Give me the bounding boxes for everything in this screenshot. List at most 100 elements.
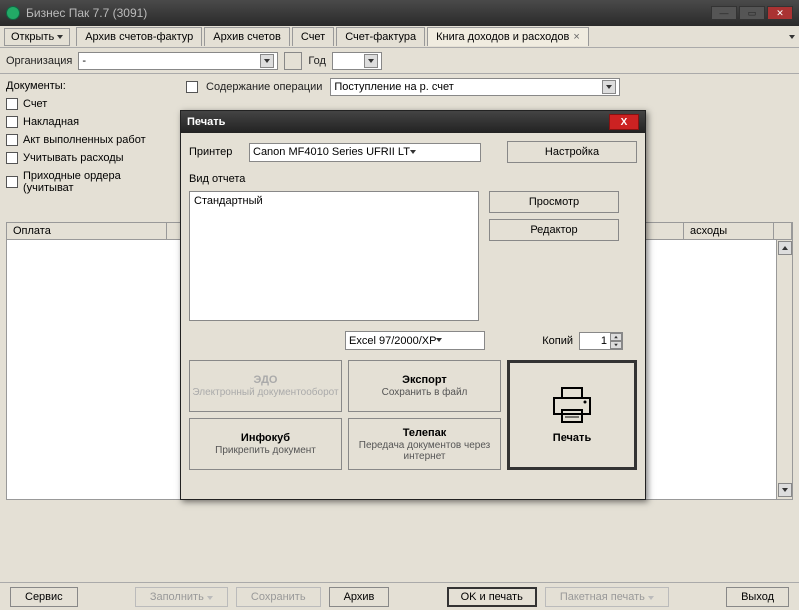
btn-sub: Прикрепить документ	[215, 445, 316, 456]
btn-sub: Сохранить в файл	[382, 387, 468, 398]
format-value: Excel 97/2000/XP	[349, 335, 436, 347]
scroll-down-icon[interactable]	[778, 483, 792, 497]
report-type-label: Вид отчета	[189, 173, 637, 185]
combo-dropdown-icon[interactable]	[260, 54, 274, 68]
chk-label: Счет	[23, 98, 47, 110]
btn-title: Экспорт	[402, 374, 447, 386]
toolbar: Открыть Архив счетов-фактур Архив счетов…	[0, 26, 799, 48]
copies-label: Копий	[542, 335, 573, 347]
edo-button: ЭДО Электронный документооборот	[189, 360, 342, 412]
dialog-titlebar: Печать X	[181, 111, 645, 133]
infokub-button[interactable]: Инфокуб Прикрепить документ	[189, 418, 342, 470]
list-item[interactable]: Стандартный	[192, 194, 476, 208]
service-button[interactable]: Сервис	[10, 587, 78, 607]
btn-label: Заполнить	[150, 591, 204, 603]
org-value: -	[82, 55, 258, 67]
open-button[interactable]: Открыть	[4, 28, 70, 46]
report-listbox[interactable]: Стандартный	[189, 191, 479, 321]
org-browse-button[interactable]	[284, 52, 302, 70]
printer-label: Принтер	[189, 146, 243, 158]
chk-act[interactable]: Акт выполненных работ	[6, 134, 174, 146]
report-list-area: Стандартный Просмотр Редактор	[189, 191, 637, 321]
combo-dropdown-icon[interactable]	[602, 80, 616, 94]
spin-up-icon[interactable]	[610, 333, 622, 341]
btn-sub: Передача документов через интернет	[351, 440, 498, 462]
combo-dropdown-icon[interactable]	[364, 54, 378, 68]
combo-dropdown-icon[interactable]	[410, 145, 425, 160]
checkbox-icon[interactable]	[186, 81, 198, 93]
org-combo[interactable]: -	[78, 52, 278, 70]
settings-button[interactable]: Настройка	[507, 141, 637, 163]
tab-income-book[interactable]: Книга доходов и расходов ×	[427, 27, 589, 46]
chk-orders[interactable]: Приходные ордера (учитыват	[6, 170, 174, 194]
tab-invoice[interactable]: Счет-фактура	[336, 27, 425, 46]
tab-close-icon[interactable]: ×	[573, 31, 579, 43]
archive-button[interactable]: Архив	[329, 587, 390, 607]
col-scroll	[774, 223, 792, 239]
tab-archive-accounts[interactable]: Архив счетов	[204, 27, 290, 46]
btn-title: Телепак	[403, 427, 447, 439]
chk-label: Накладная	[23, 116, 79, 128]
org-label: Организация	[6, 55, 72, 67]
side-buttons: Просмотр Редактор	[489, 191, 619, 321]
bottom-bar: Сервис Заполнить Сохранить Архив OK и пе…	[0, 582, 799, 610]
chevron-down-icon	[207, 596, 213, 600]
chevron-down-icon	[57, 35, 63, 39]
combo-dropdown-icon[interactable]	[436, 333, 451, 348]
copies-spinner[interactable]: 1	[579, 332, 623, 350]
scroll-up-icon[interactable]	[778, 241, 792, 255]
operation-label: Содержание операции	[206, 81, 322, 93]
ok-print-button[interactable]: OK и печать	[447, 587, 537, 607]
documents-label: Документы:	[6, 80, 174, 92]
checkbox-icon[interactable]	[6, 176, 18, 188]
operation-row: Содержание операции Поступление на р. сч…	[180, 74, 799, 100]
scrollbar[interactable]	[776, 240, 792, 499]
btn-title: Инфокуб	[241, 432, 290, 444]
checkbox-icon[interactable]	[6, 98, 18, 110]
checkbox-icon[interactable]	[6, 152, 18, 164]
close-button[interactable]: ✕	[767, 6, 793, 20]
print-label: Печать	[553, 432, 591, 444]
chk-expenses[interactable]: Учитывать расходы	[6, 152, 174, 164]
preview-button[interactable]: Просмотр	[489, 191, 619, 213]
copies-value: 1	[580, 335, 610, 347]
chk-waybill[interactable]: Накладная	[6, 116, 174, 128]
format-combo[interactable]: Excel 97/2000/XP	[345, 331, 485, 350]
minimize-button[interactable]: —	[711, 6, 737, 20]
export-button[interactable]: Экспорт Сохранить в файл	[348, 360, 501, 412]
year-label: Год	[308, 55, 326, 67]
checkbox-icon[interactable]	[6, 116, 18, 128]
printer-value: Canon MF4010 Series UFRII LT	[253, 146, 410, 158]
tab-label: Книга доходов и расходов	[436, 31, 569, 43]
app-icon	[6, 6, 20, 20]
window-title: Бизнес Пак 7.7 (3091)	[26, 6, 705, 20]
toolbar-menu-icon[interactable]	[789, 35, 795, 39]
editor-button[interactable]: Редактор	[489, 219, 619, 241]
year-combo[interactable]	[332, 52, 382, 70]
operation-value: Поступление на р. счет	[334, 81, 600, 93]
fill-button: Заполнить	[135, 587, 228, 607]
window-controls: — ▭ ✕	[711, 6, 793, 20]
btn-title: ЭДО	[254, 374, 278, 386]
chk-invoice[interactable]: Счет	[6, 98, 174, 110]
maximize-button[interactable]: ▭	[739, 6, 765, 20]
format-row: Excel 97/2000/XP Копий 1	[189, 331, 637, 350]
dialog-body: Принтер Canon MF4010 Series UFRII LT Нас…	[181, 133, 645, 499]
operation-combo[interactable]: Поступление на р. счет	[330, 78, 620, 96]
col-payment[interactable]: Оплата	[7, 223, 167, 239]
tab-archive-invoices[interactable]: Архив счетов-фактур	[76, 27, 202, 46]
col-expenses[interactable]: асходы	[684, 223, 774, 239]
titlebar: Бизнес Пак 7.7 (3091) — ▭ ✕	[0, 0, 799, 26]
spin-down-icon[interactable]	[610, 341, 622, 349]
tab-account[interactable]: Счет	[292, 27, 334, 46]
printer-icon	[548, 386, 596, 426]
exit-button[interactable]: Выход	[726, 587, 789, 607]
printer-combo[interactable]: Canon MF4010 Series UFRII LT	[249, 143, 481, 162]
print-dialog: Печать X Принтер Canon MF4010 Series UFR…	[180, 110, 646, 500]
print-button[interactable]: Печать	[507, 360, 637, 470]
dialog-close-button[interactable]: X	[609, 114, 639, 130]
telepak-button[interactable]: Телепак Передача документов через интерн…	[348, 418, 501, 470]
checkbox-icon[interactable]	[6, 134, 18, 146]
action-buttons: ЭДО Электронный документооборот Экспорт …	[189, 360, 637, 470]
chevron-down-icon	[648, 596, 654, 600]
